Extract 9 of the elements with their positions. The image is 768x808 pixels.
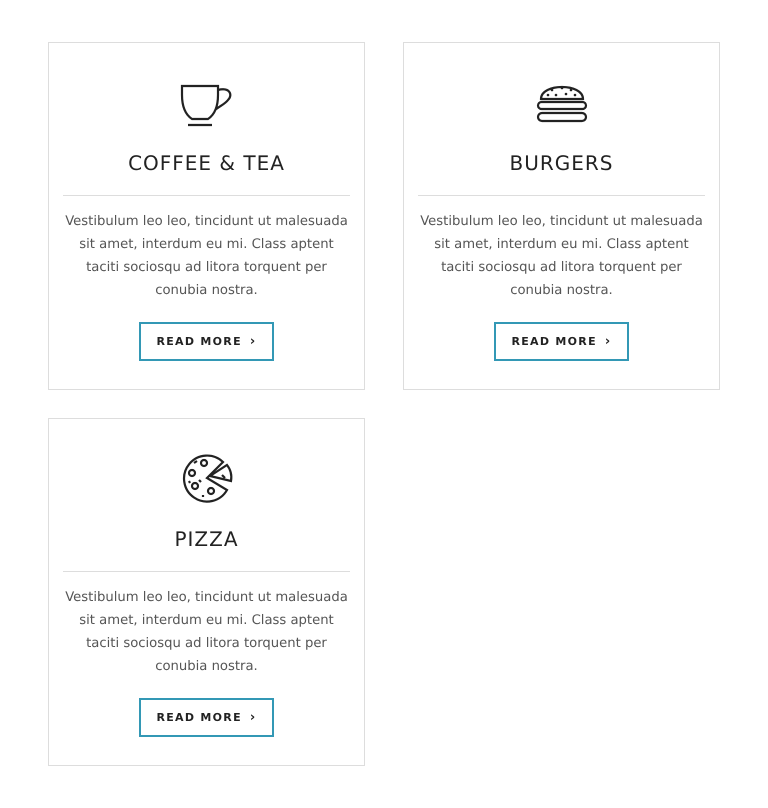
card-title: BURGERS xyxy=(510,151,614,175)
card-title: PIZZA xyxy=(174,527,239,551)
read-more-button[interactable]: READ MORE › xyxy=(139,698,274,737)
card-title: COFFEE & TEA xyxy=(128,151,285,175)
card-description: Vestibulum leo leo, tincidunt ut malesuada sit amet, interdum eu mi. Class aptent taciti sociosqu ad litora torquent per conubia nostra. xyxy=(64,213,349,300)
read-more-button[interactable]: READ MORE › xyxy=(139,322,274,361)
read-more-button[interactable]: READ MORE › xyxy=(494,322,629,361)
card-description: Vestibulum leo leo, tincidunt ut malesuada sit amet, interdum eu mi. Class aptent taciti sociosqu ad litora torquent per conubia nostra. xyxy=(64,589,349,676)
card-description: Vestibulum leo leo, tincidunt ut malesuada sit amet, interdum eu mi. Class aptent taciti sociosqu ad litora torquent per conubia nostra. xyxy=(419,213,704,300)
